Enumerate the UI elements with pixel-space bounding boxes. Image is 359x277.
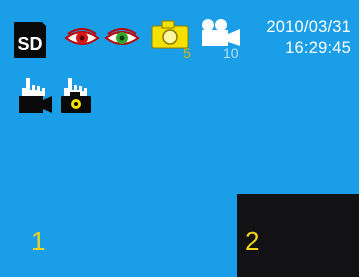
green-eye-icon [104, 28, 140, 45]
red-eye-icon [64, 28, 100, 45]
camera-display: SD 5 10 2010/03/31 16:29:45 1 2 [0, 0, 359, 277]
zone-2-label: 2 [245, 226, 260, 256]
time-display: 16:29:45 [285, 39, 351, 57]
hand-video-mode-icon [19, 78, 52, 113]
video-count: 10 [223, 45, 239, 61]
zone-1-label: 1 [31, 226, 46, 256]
mode-icons [16, 76, 106, 116]
sd-card-icon: SD [14, 22, 46, 58]
sd-label: SD [17, 34, 42, 54]
date-display: 2010/03/31 [266, 18, 351, 36]
hand-photo-mode-icon [61, 78, 91, 113]
status-bar: SD 5 10 2010/03/31 16:29:45 [0, 0, 359, 70]
photo-count: 5 [183, 45, 191, 61]
